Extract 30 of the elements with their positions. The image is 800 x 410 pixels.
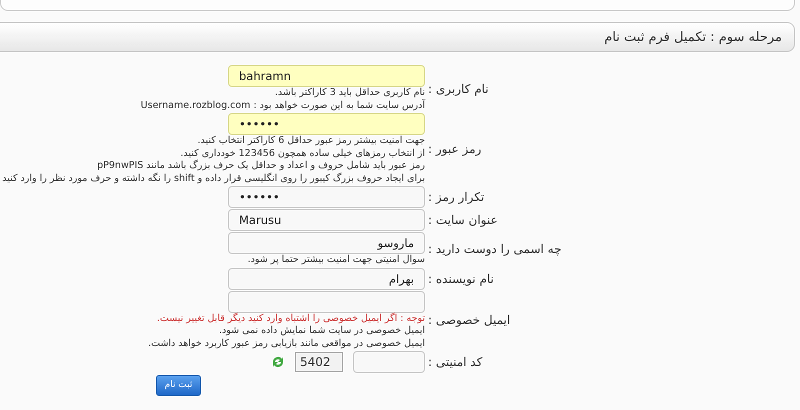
field-label: نام نویسنده :: [427, 272, 494, 286]
hint-text: برای ایجاد حروف بزرگ کیبور را روی انگلیسی قرار داده و shift را نگه داشته و حرف مورد نظر را وارد کنید: [2, 172, 425, 185]
submit-button[interactable]: ثبت نام: [156, 374, 201, 396]
field-label: ایمیل خصوصی :: [427, 313, 510, 328]
hint-text: جهت امنیت بیشتر رمز عبور حداقل 6 کاراکتر انتخاب کنید.: [197, 135, 425, 148]
hint-text: سوال امنیتی جهت امنیت بیشتر حتما پر شود.: [248, 254, 425, 266]
refresh-icon[interactable]: [271, 355, 285, 369]
hint-text: آدرس سایت شما به این صورت خواهد بود : Username.rozblog.com: [140, 100, 425, 112]
input-field[interactable]: Marusu: [228, 209, 425, 231]
field-label: عنوان سایت :: [427, 213, 498, 227]
field-label: نام کاربری :: [427, 82, 489, 96]
form-title: مرحله سوم : تکمیل فرم ثبت نام: [604, 30, 782, 44]
hint-text: رمز عبور باید شامل حروف و اعداد و حداقل یک حرف بزرگ باشد مانند pP9nwPIS: [97, 160, 425, 172]
captcha-image: 5402: [295, 352, 343, 372]
input-field[interactable]: [353, 351, 425, 373]
input-field[interactable]: ••••••: [228, 113, 425, 135]
input-field[interactable]: بهرام: [228, 268, 425, 290]
warning-text: توجه : اگر ایمیل خصوصی را اشتباه وارد کنید دیگر قابل تغییر نیست.: [156, 312, 425, 325]
field-label: چه اسمی را دوست دارید :: [427, 242, 562, 256]
field-label: رمز عبور :: [427, 142, 482, 156]
hint-text: از انتخاب رمزهای خیلی ساده همچون 123456 خودداری کنید.: [180, 148, 425, 158]
hint-text: ایمیل خصوصی در مواقعی مانند بازیابی رمز عبور کاربرد خواهد داشت.: [148, 338, 425, 350]
field-label: تکرار رمز :: [427, 190, 484, 204]
input-field[interactable]: ماروسو: [228, 232, 425, 254]
hint-text: ایمیل خصوصی در سایت شما نمایش داده نمی شود.: [218, 325, 425, 338]
hint-text: نام کاربری حداقل باید 3 کاراکتر باشد.: [274, 87, 425, 99]
input-field[interactable]: [228, 290, 425, 312]
field-label: کد امنیتی :: [427, 355, 482, 369]
input-field[interactable]: ••••••: [228, 186, 425, 208]
input-field[interactable]: bahramn: [228, 65, 425, 87]
